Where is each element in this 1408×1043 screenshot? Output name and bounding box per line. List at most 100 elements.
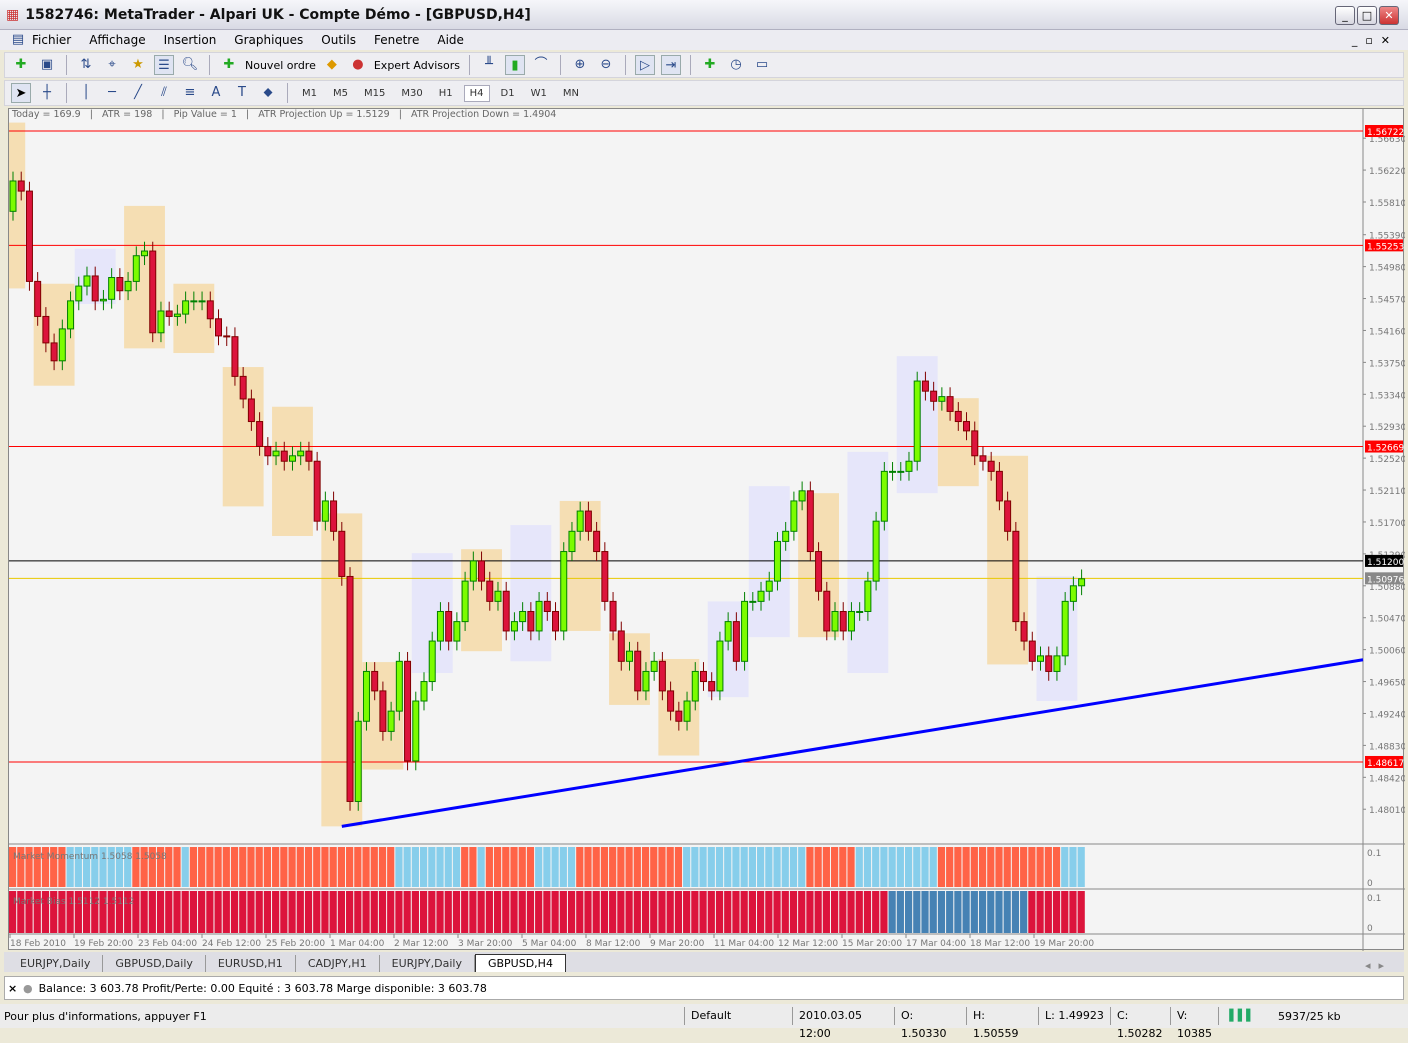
market-watch-icon[interactable]: ⇅ — [76, 55, 96, 75]
candle-body — [872, 520, 880, 582]
momentum-bar — [757, 847, 765, 887]
tab-gbpusd-daily[interactable]: GBPUSD,Daily — [103, 955, 206, 972]
trendline-icon[interactable]: ╱ — [128, 83, 148, 103]
data-window-icon[interactable]: ⌖ — [102, 55, 122, 75]
new-chart-icon[interactable]: ✚ — [11, 55, 31, 75]
momentum-bar — [493, 847, 502, 887]
new-order-button[interactable]: Nouvel ordre — [245, 59, 316, 72]
terminal-icon[interactable]: ☰ — [154, 55, 174, 75]
momentum-bar — [987, 847, 995, 887]
minimize-button[interactable]: _ — [1335, 6, 1355, 25]
chart-window[interactable]: 1.56630 1.56220 1.55810 1.55390 1.54980 1.545… — [8, 108, 1405, 951]
momentum-bar — [559, 847, 567, 887]
menu-bar: ▤ Fichier Affichage Insertion Graphiques… — [0, 30, 1408, 50]
text-label-icon[interactable]: T — [232, 83, 252, 103]
candle-body — [34, 280, 42, 317]
equidistant-channel-icon[interactable]: ⫽ — [154, 83, 174, 103]
timeframe-m30[interactable]: M30 — [396, 86, 427, 101]
timeframe-m5[interactable]: M5 — [328, 86, 353, 101]
terminal-panel: × ● Balance: 3 603.78 Profit/Perte: 0.00… — [4, 976, 1404, 1000]
timeframe-w1[interactable]: W1 — [526, 86, 552, 101]
tab-scroll-arrows[interactable]: ◂▸ — [1365, 959, 1392, 972]
auto-scroll-icon[interactable]: ▷ — [635, 55, 655, 75]
navigator-icon[interactable]: ★ — [128, 55, 148, 75]
candle-body — [149, 250, 157, 334]
bias-bar — [189, 891, 198, 933]
bias-bar — [954, 891, 962, 933]
indicators-icon[interactable]: ✚ — [700, 55, 720, 75]
profiles-icon[interactable]: ▣ — [37, 55, 57, 75]
momentum-bar — [1052, 847, 1061, 887]
menu-graphiques[interactable]: Graphiques — [234, 33, 303, 47]
candle-body — [1053, 655, 1061, 672]
maximize-button[interactable]: □ — [1357, 6, 1377, 25]
zoom-in-icon[interactable]: ⊕ — [570, 55, 590, 75]
close-button[interactable]: ✕ — [1379, 6, 1399, 25]
candle-body — [469, 560, 477, 582]
menu-aide[interactable]: Aide — [437, 33, 464, 47]
candle-body — [691, 670, 699, 702]
momentum-bar — [247, 847, 255, 887]
timeframe-m1[interactable]: M1 — [297, 86, 322, 101]
templates-icon[interactable]: ▭ — [752, 55, 772, 75]
menu-fenetre[interactable]: Fenetre — [374, 33, 419, 47]
bias-bar — [1036, 891, 1044, 933]
cursor-icon[interactable]: ➤ — [11, 83, 31, 103]
timeframe-h4[interactable]: H4 — [463, 84, 490, 102]
status-profile[interactable]: Default — [684, 1007, 792, 1025]
horizontal-line-icon[interactable]: ─ — [102, 83, 122, 103]
tab-eurjpy-daily-2[interactable]: EURJPY,Daily — [380, 955, 475, 972]
mdi-controls[interactable]: _▫✕ — [1352, 34, 1398, 47]
status-open: O: 1.50330 — [894, 1007, 966, 1040]
candle-body — [1004, 500, 1012, 532]
menu-outils[interactable]: Outils — [321, 33, 356, 47]
price-chart[interactable]: 1.566301.562201.558101.553901.549801.545… — [9, 109, 1405, 951]
strategy-tester-icon[interactable]: 🔍︎ — [180, 55, 200, 75]
candle-body — [198, 300, 206, 303]
expert-advisors-button[interactable]: Expert Advisors — [374, 59, 460, 72]
candle-body — [675, 710, 683, 722]
candle-body — [182, 300, 190, 315]
candle-body — [954, 410, 962, 423]
bias-bar — [773, 891, 781, 933]
vertical-line-icon[interactable]: │ — [76, 83, 96, 103]
tab-gbpusd-h4[interactable]: GBPUSD,H4 — [474, 954, 566, 972]
chart-shift-icon[interactable]: ⇥ — [661, 55, 681, 75]
candlestick-icon[interactable]: ▮ — [505, 55, 525, 75]
candle-body — [634, 650, 642, 692]
terminal-close-icon[interactable]: × — [8, 982, 17, 995]
fibonacci-icon[interactable]: ≡ — [180, 83, 200, 103]
menu-affichage[interactable]: Affichage — [89, 33, 145, 47]
menu-insertion[interactable]: Insertion — [164, 33, 217, 47]
timeframe-h1[interactable]: H1 — [434, 86, 458, 101]
candle-body — [50, 342, 58, 362]
bar-chart-icon[interactable]: ╨ — [479, 55, 499, 75]
timeframe-d1[interactable]: D1 — [496, 86, 520, 101]
timeframe-m15[interactable]: M15 — [359, 86, 390, 101]
momentum-bar — [337, 847, 345, 887]
candle-body — [782, 530, 790, 542]
zoom-out-icon[interactable]: ⊖ — [596, 55, 616, 75]
text-icon[interactable]: A — [206, 83, 226, 103]
crosshair-icon[interactable]: ┼ — [37, 83, 57, 103]
candle-body — [124, 280, 132, 292]
line-chart-icon[interactable]: ⌒ — [531, 55, 551, 75]
bias-bar — [880, 891, 888, 933]
periods-icon[interactable]: ◷ — [726, 55, 746, 75]
new-order-icon[interactable]: ✚ — [219, 55, 239, 75]
expert-advisors-icon[interactable]: ● — [348, 55, 368, 75]
bias-bar — [239, 891, 247, 933]
candle-body — [272, 450, 280, 457]
momentum-bar — [444, 847, 452, 887]
timeframe-mn[interactable]: MN — [558, 86, 584, 101]
candle-body — [683, 700, 691, 722]
momentum-bar — [847, 847, 855, 887]
menu-fichier[interactable]: Fichier — [32, 33, 71, 47]
arrows-icon[interactable]: ⬥ — [258, 83, 278, 103]
tab-cadjpy-h1[interactable]: CADJPY,H1 — [296, 955, 380, 972]
tab-eurjpy-daily[interactable]: EURJPY,Daily — [8, 955, 104, 972]
app-icon: ▦ — [6, 6, 20, 23]
trendline — [341, 658, 1364, 828]
metaeditor-icon[interactable]: ◆ — [322, 55, 342, 75]
tab-eurusd-h1[interactable]: EURUSD,H1 — [206, 955, 296, 972]
